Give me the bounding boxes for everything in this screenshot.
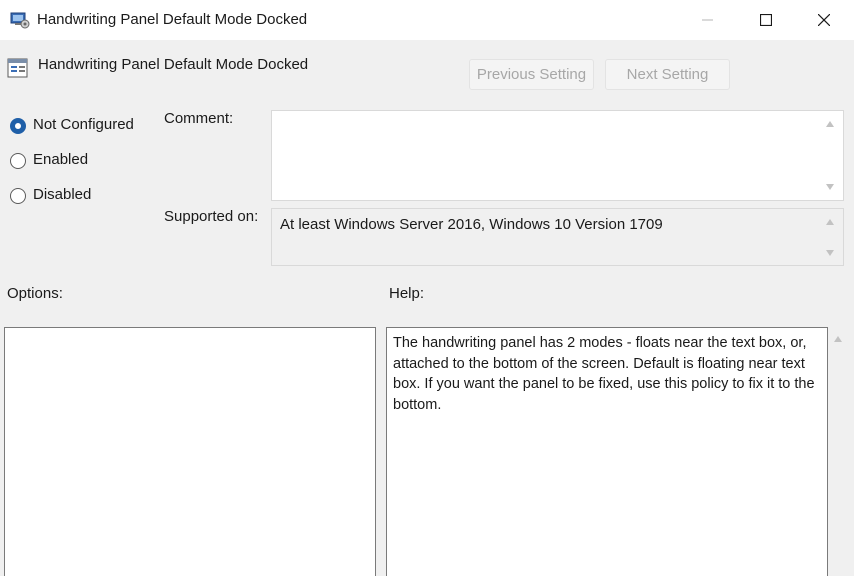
supported-on-field: At least Windows Server 2016, Windows 10…: [271, 208, 844, 266]
policy-setting-icon: [7, 57, 29, 79]
window-title: Handwriting Panel Default Mode Docked: [37, 11, 308, 28]
help-label: Help:: [389, 285, 425, 302]
supported-on-label: Supported on:: [164, 208, 259, 225]
close-button[interactable]: [796, 0, 852, 40]
scroll-up-arrow-icon[interactable]: [826, 121, 834, 127]
setting-title: Handwriting Panel Default Mode Docked: [38, 56, 309, 73]
options-label: Options:: [7, 285, 63, 302]
previous-setting-button[interactable]: Previous Setting: [469, 59, 594, 90]
radio-label: Enabled: [33, 151, 89, 168]
maximize-button[interactable]: [738, 0, 794, 40]
help-text: The handwriting panel has 2 modes - floa…: [393, 335, 815, 413]
options-panel: [4, 327, 376, 576]
next-setting-button[interactable]: Next Setting: [605, 59, 730, 90]
radio-selected-indicator: [10, 118, 26, 134]
maximize-icon: [760, 14, 772, 26]
supported-on-value: At least Windows Server 2016, Windows 10…: [280, 216, 663, 233]
comment-label: Comment:: [164, 110, 234, 127]
title-bar: Handwriting Panel Default Mode Docked: [0, 0, 854, 40]
scroll-down-arrow-icon[interactable]: [826, 250, 834, 256]
close-icon: [818, 14, 830, 26]
radio-indicator: [10, 153, 26, 169]
scroll-down-arrow-icon[interactable]: [826, 184, 834, 190]
radio-label: Disabled: [33, 186, 92, 203]
help-panel: The handwriting panel has 2 modes - floa…: [386, 327, 828, 576]
minimize-button[interactable]: [680, 0, 736, 40]
radio-indicator: [10, 188, 26, 204]
scroll-up-arrow-icon[interactable]: [834, 336, 842, 342]
radio-label: Not Configured: [33, 116, 134, 133]
scroll-up-arrow-icon[interactable]: [826, 219, 834, 225]
minimize-icon: [702, 19, 713, 21]
policy-settings-icon: [10, 11, 30, 29]
comment-textarea[interactable]: [271, 110, 844, 201]
